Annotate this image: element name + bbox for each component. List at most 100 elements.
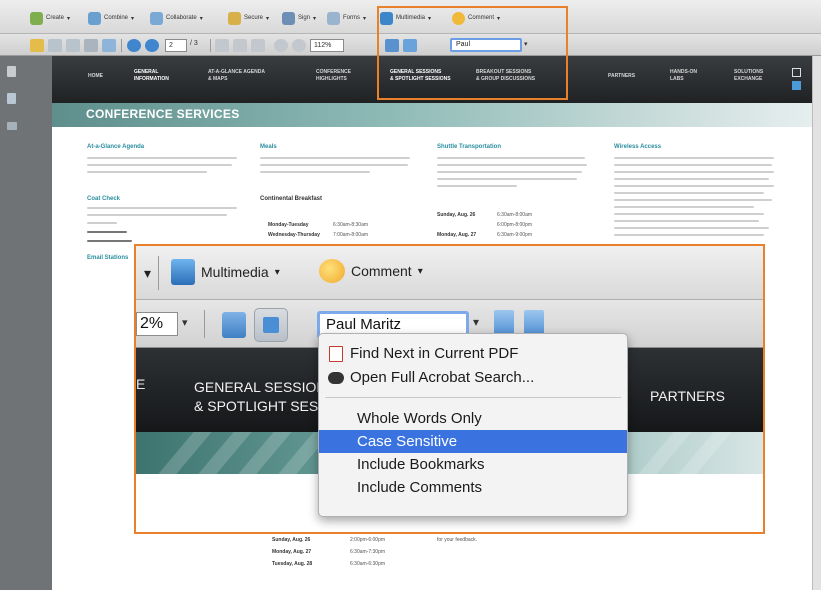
hand-tool-icon[interactable]	[233, 39, 247, 52]
include-bookmarks-option[interactable]: Include Bookmarks	[319, 453, 627, 476]
sign-pen-icon	[282, 11, 295, 25]
text-line	[614, 206, 754, 208]
section-title: CONFERENCE SERVICES	[86, 107, 240, 121]
toolbar-divider	[204, 310, 205, 338]
column-heading: Shuttle Transportation	[437, 144, 502, 150]
attachments-icon[interactable]	[7, 93, 16, 104]
zoom-level-select[interactable]: 2%	[136, 312, 178, 336]
schedule-time: 6:30am-7:30pm	[350, 549, 386, 555]
previous-page-icon[interactable]	[127, 39, 141, 52]
text-line	[87, 222, 117, 224]
text-line	[87, 207, 237, 209]
zoom-in-icon[interactable]	[292, 39, 306, 52]
page-number-input[interactable]: 2	[165, 39, 187, 52]
email-icon[interactable]	[66, 39, 80, 52]
text-line	[614, 213, 764, 215]
print-icon[interactable]	[48, 39, 62, 52]
select-tool-icon[interactable]	[215, 39, 229, 52]
chevron-down-icon[interactable]: ▾	[182, 316, 188, 329]
nav-general-sessions[interactable]: GENERAL SESSIONS	[194, 379, 336, 395]
multimedia-icon	[171, 259, 195, 285]
chevron-down-icon[interactable]: ▾	[473, 315, 479, 329]
column-heading: Meals	[260, 144, 277, 150]
shuttle-day: Sunday, Aug. 26	[437, 212, 476, 218]
text-line	[437, 171, 582, 173]
pages-icon[interactable]	[7, 66, 16, 77]
text-line	[87, 164, 232, 166]
full-screen-button[interactable]	[254, 308, 288, 342]
vertical-scrollbar[interactable]	[812, 56, 821, 590]
column-subheading: Email Stations	[87, 255, 129, 261]
meal-day: Wednesday-Thursday	[268, 232, 320, 238]
text-line	[87, 240, 132, 242]
text-line	[614, 220, 759, 222]
shuttle-day: Monday, Aug. 27	[437, 232, 477, 238]
create-icon	[30, 11, 43, 25]
nav-agenda-maps[interactable]: AT-A-GLANCE AGENDA & MAPS	[208, 69, 265, 83]
text-line	[87, 231, 127, 233]
shuttle-time: 6:00pm-8:00pm	[497, 222, 533, 228]
zoom-tool-icon[interactable]	[251, 39, 265, 52]
text-line	[437, 157, 585, 159]
open-folder-icon[interactable]	[30, 39, 44, 52]
combine-icon	[88, 11, 101, 25]
nav-partners[interactable]: PARTNERS	[650, 388, 725, 404]
zoom-level-select[interactable]: 112%	[310, 39, 344, 52]
collaborate-button[interactable]: Collaborate ▾	[150, 9, 203, 27]
text-line	[437, 185, 517, 187]
text-line	[437, 164, 587, 166]
screenshot-stage: Create ▾ Combine ▾ Collaborate ▾ Secure ▾ Si…	[0, 0, 821, 590]
whole-words-option[interactable]: Whole Words Only	[319, 407, 627, 430]
forms-button[interactable]: Forms ▾	[327, 9, 366, 27]
page-icon[interactable]	[792, 81, 801, 90]
nav-general-information[interactable]: GENERAL INFORMATION	[134, 69, 169, 83]
full-search-menu-item[interactable]: Open Full Acrobat Search...	[319, 366, 627, 389]
comment-bubble-icon	[319, 259, 345, 283]
page-total-label: / 3	[190, 40, 198, 47]
column-subheading: Coat Check	[87, 196, 121, 202]
create-button[interactable]: Create ▾	[30, 9, 70, 27]
gear-icon[interactable]	[102, 39, 116, 52]
secure-button[interactable]: Secure ▾	[228, 9, 269, 27]
nav-fragment: E	[136, 376, 146, 392]
lock-icon	[228, 11, 241, 25]
bookmarks-icon[interactable]	[7, 122, 17, 130]
toolbar-divider	[121, 39, 122, 52]
nav-partners[interactable]: PARTNERS	[608, 73, 635, 80]
text-line	[614, 185, 774, 187]
nav-solutions-exchange[interactable]: SOLUTIONS EXCHANGE	[734, 69, 763, 83]
next-page-icon[interactable]	[145, 39, 159, 52]
menu-divider	[325, 397, 621, 398]
feedback-text: for your feedback.	[437, 537, 478, 543]
text-line	[260, 157, 410, 159]
schedule-day: Monday, Aug. 27	[272, 549, 312, 555]
case-sensitive-option[interactable]: Case Sensitive	[319, 430, 627, 453]
sign-button[interactable]: Sign ▾	[282, 9, 316, 27]
combine-button[interactable]: Combine ▾	[88, 9, 134, 27]
zoomed-multimedia-button[interactable]: Multimedia ▾	[171, 259, 280, 285]
highlight-frame	[377, 6, 568, 100]
zoom-out-icon[interactable]	[274, 39, 288, 52]
include-comments-option[interactable]: Include Comments	[319, 476, 627, 499]
text-line	[614, 199, 772, 201]
share-icon[interactable]	[84, 39, 98, 52]
collaborate-icon	[150, 11, 163, 25]
text-line	[614, 192, 764, 194]
meal-subheading: Continental Breakfast	[260, 196, 323, 202]
nav-conference-highlights[interactable]: CONFERENCE HIGHLIGHTS	[316, 69, 351, 83]
text-line	[87, 171, 207, 173]
chevron-down-icon[interactable]: ▾	[144, 265, 151, 282]
full-screen-icon	[263, 317, 279, 333]
schedule-time: 2:00pm-6:00pm	[350, 537, 386, 543]
nav-hands-on-labs[interactable]: HANDS-ON LABS	[670, 69, 697, 83]
zoomed-comment-button[interactable]: Comment ▾	[319, 259, 423, 283]
text-line	[614, 171, 774, 173]
nav-home[interactable]: HOME	[88, 73, 103, 80]
expand-icon[interactable]	[792, 68, 801, 77]
pdf-icon	[329, 345, 343, 362]
forms-icon	[327, 11, 340, 25]
text-line	[260, 171, 370, 173]
find-next-menu-item[interactable]: Find Next in Current PDF	[319, 342, 627, 365]
binoculars-icon	[328, 371, 344, 384]
fit-page-icon[interactable]	[222, 312, 246, 338]
